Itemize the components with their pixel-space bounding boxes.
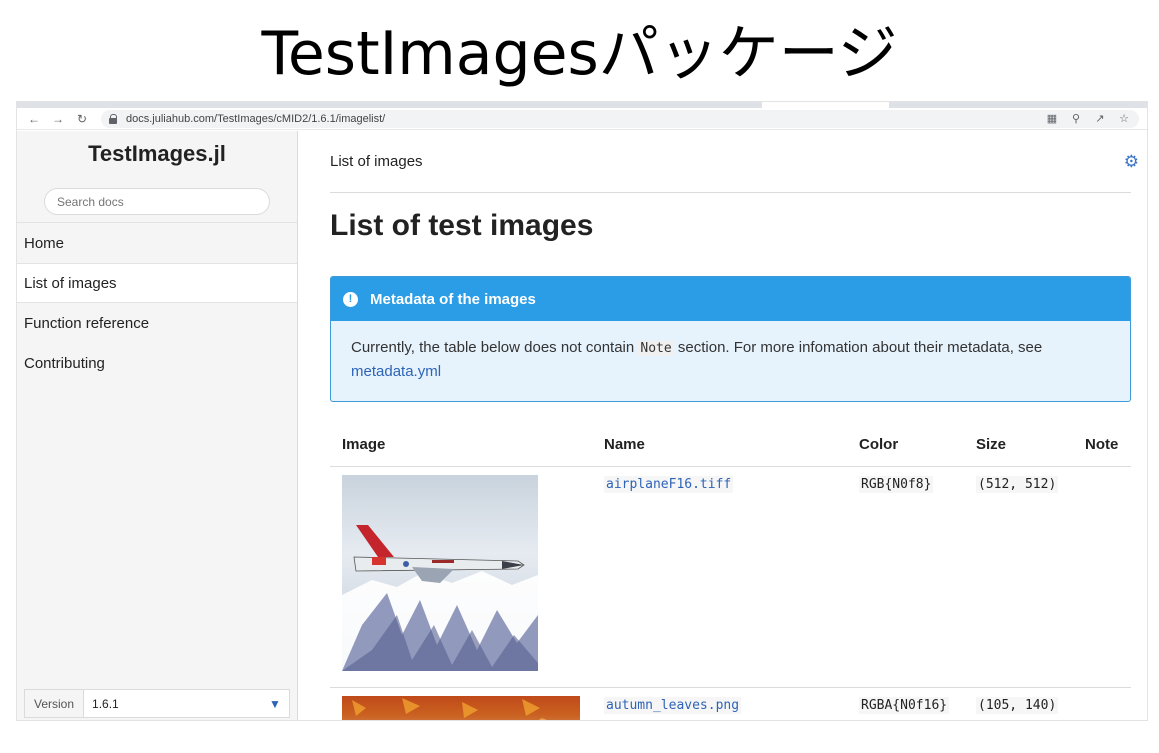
docs-page: TestImages.jl Home List of images Functi… xyxy=(17,131,1147,720)
sidebar-item-list-of-images[interactable]: List of images xyxy=(17,263,297,303)
table-row: airplaneF16.tiff RGB{N0f8} (512, 512) xyxy=(330,466,1131,688)
top-bar: List of images ⚙ xyxy=(330,131,1139,193)
version-label: Version xyxy=(25,690,85,717)
sidebar-item-contributing[interactable]: Contributing xyxy=(17,343,297,383)
metadata-link[interactable]: metadata.yml xyxy=(351,363,441,380)
size-cell: (512, 512) xyxy=(964,466,1073,688)
admonition-body: Currently, the table below does not cont… xyxy=(331,321,1130,401)
url-text: docs.juliahub.com/TestImages/cMID2/1.6.1… xyxy=(126,112,386,125)
image-color-type: RGBA{N0f16} xyxy=(859,696,950,714)
sidebar: TestImages.jl Home List of images Functi… xyxy=(17,131,298,720)
admonition-title: Metadata of the images xyxy=(370,290,536,308)
name-cell: autumn_leaves.png xyxy=(592,687,847,720)
version-value: 1.6.1 xyxy=(92,696,119,711)
admonition-text-after: section. For more infomation about their… xyxy=(673,339,1043,356)
address-bar: ← → ↻ docs.juliahub.com/TestImages/cMID2… xyxy=(17,108,1147,130)
url-field[interactable]: docs.juliahub.com/TestImages/cMID2/1.6.1… xyxy=(101,109,1139,128)
image-name-link[interactable]: autumn_leaves.png xyxy=(604,696,742,714)
column-header-note: Note xyxy=(1073,424,1131,467)
version-select[interactable]: Version 1.6.1 ▼ xyxy=(24,689,290,718)
tab-strip xyxy=(17,102,1147,108)
star-icon[interactable]: ☆ xyxy=(1117,112,1131,125)
translate-icon[interactable]: ▦ xyxy=(1045,112,1059,125)
share-icon[interactable]: ↗ xyxy=(1093,112,1107,125)
slide-title: TestImagesパッケージ xyxy=(261,19,898,89)
note-cell xyxy=(1073,687,1131,720)
image-cell xyxy=(330,466,592,688)
url-actions: ▦ ⚲ ↗ ☆ xyxy=(1045,112,1131,125)
airplane-image xyxy=(342,524,538,671)
note-cell xyxy=(1073,466,1131,688)
lock-icon xyxy=(109,113,118,124)
table-row: autumn_leaves.png RGBA{N0f16} (105, 140) xyxy=(330,687,1131,720)
images-table: Image Name Color Size Note airplaneF16.t… xyxy=(330,424,1131,720)
back-arrow-icon[interactable]: ← xyxy=(25,110,43,128)
forward-arrow-icon[interactable]: → xyxy=(49,110,67,128)
browser-window: ← → ↻ docs.juliahub.com/TestImages/cMID2… xyxy=(16,101,1148,721)
info-admonition: ! Metadata of the images Currently, the … xyxy=(330,276,1131,402)
sidebar-item-home[interactable]: Home xyxy=(17,223,297,263)
image-color-type: RGB{N0f8} xyxy=(859,475,934,493)
sidebar-title[interactable]: TestImages.jl xyxy=(17,131,297,181)
page-title: List of test images xyxy=(330,209,594,242)
autumn-leaves-image xyxy=(342,695,580,720)
active-tab[interactable] xyxy=(762,102,889,108)
zoom-icon[interactable]: ⚲ xyxy=(1069,112,1083,125)
name-cell: airplaneF16.tiff xyxy=(592,466,847,688)
airplane-thumbnail xyxy=(342,474,538,671)
sidebar-item-function-reference[interactable]: Function reference xyxy=(17,303,297,343)
image-size: (105, 140) xyxy=(976,696,1059,714)
sidebar-nav: Home List of images Function reference C… xyxy=(17,222,297,383)
color-cell: RGB{N0f8} xyxy=(847,466,964,688)
reload-icon[interactable]: ↻ xyxy=(73,110,91,128)
admonition-header: ! Metadata of the images xyxy=(331,277,1130,321)
search-wrap xyxy=(17,188,297,215)
image-size: (512, 512) xyxy=(976,475,1059,493)
inline-code: Note xyxy=(638,341,674,356)
image-name-link[interactable]: airplaneF16.tiff xyxy=(604,475,734,493)
search-input[interactable] xyxy=(44,188,270,215)
gear-icon[interactable]: ⚙ xyxy=(1124,152,1139,172)
column-header-name: Name xyxy=(592,424,847,467)
image-cell xyxy=(330,687,592,720)
size-cell: (105, 140) xyxy=(964,687,1073,720)
admonition-text-before: Currently, the table below does not cont… xyxy=(351,339,639,356)
main-content: List of images ⚙ List of test images ! M… xyxy=(298,131,1147,720)
color-cell: RGBA{N0f16} xyxy=(847,687,964,720)
autumn-leaves-thumbnail xyxy=(342,695,580,720)
column-header-color: Color xyxy=(847,424,964,467)
column-header-size: Size xyxy=(964,424,1073,467)
info-icon: ! xyxy=(343,291,358,307)
column-header-image: Image xyxy=(330,424,592,467)
table-header-row: Image Name Color Size Note xyxy=(330,424,1131,467)
breadcrumb[interactable]: List of images xyxy=(330,153,423,170)
chevron-down-icon: ▼ xyxy=(269,696,281,711)
